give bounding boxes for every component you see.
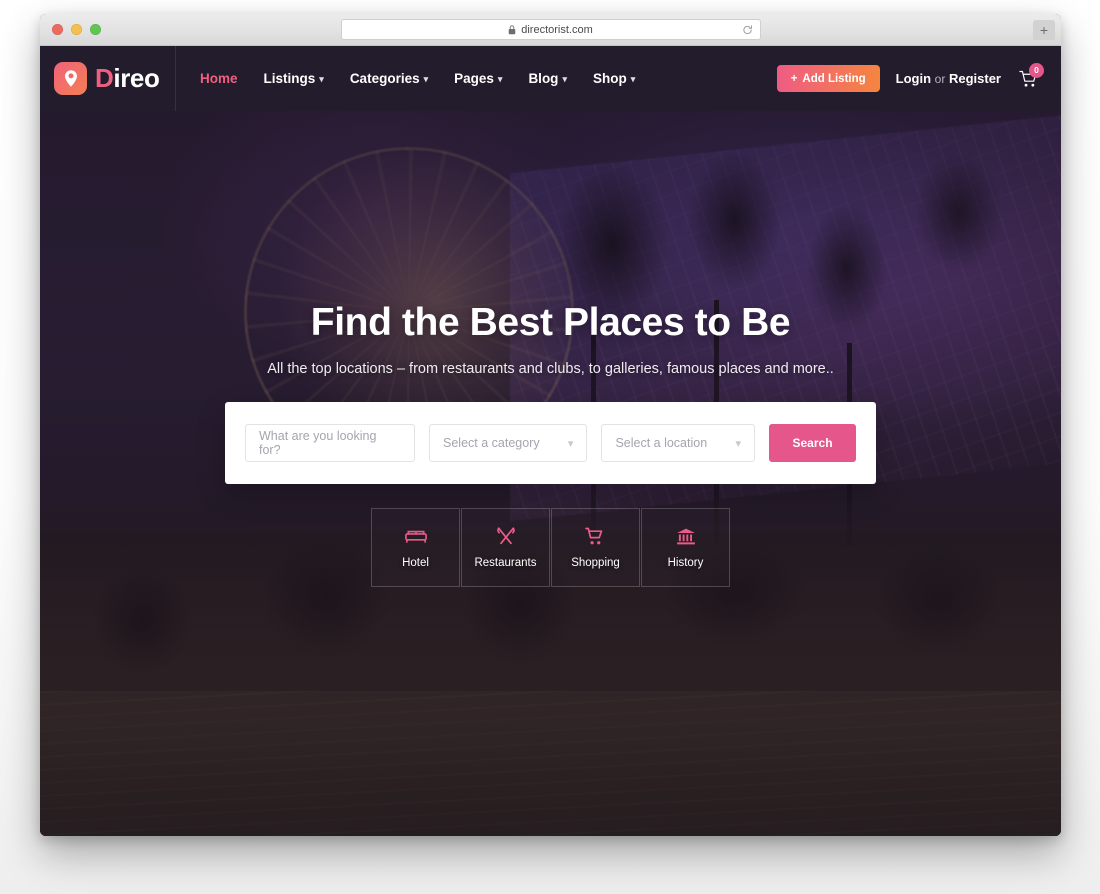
hero-subtitle: All the top locations – from restaurants… — [267, 361, 834, 377]
lock-icon — [508, 24, 516, 35]
nav-item-home[interactable]: Home — [200, 71, 238, 86]
nav-item-label: Blog — [528, 71, 559, 86]
search-keyword-placeholder: What are you looking for? — [259, 429, 377, 457]
chevron-down-icon: ▾ — [319, 74, 324, 84]
nav-item-shop[interactable]: Shop ▾ — [593, 71, 635, 86]
nav-item-label: Listings — [263, 71, 316, 86]
auth-links: Login or Register — [896, 71, 1001, 86]
header-actions: + Add Listing Login or Register 0 — [776, 62, 1044, 93]
category-tile-label: History — [667, 557, 704, 569]
login-link[interactable]: Login — [896, 71, 931, 86]
map-pin-icon — [54, 62, 87, 95]
main-nav: Home Listings ▾ Categories ▾ Pages ▾ Blo… — [200, 71, 777, 86]
nav-item-categories[interactable]: Categories ▾ — [350, 71, 428, 86]
chevron-down-icon: ▾ — [562, 74, 567, 84]
site-logo-text: Direo — [95, 63, 160, 94]
nav-item-label: Home — [200, 71, 238, 86]
category-tile-history[interactable]: History — [641, 508, 730, 587]
cart-count-badge: 0 — [1029, 62, 1044, 78]
new-tab-label: + — [1039, 22, 1049, 38]
address-bar[interactable]: directorist.com — [340, 19, 761, 40]
category-tile-label: Shopping — [571, 557, 620, 569]
category-select[interactable]: Select a category ▾ — [429, 424, 588, 462]
cart-button[interactable]: 0 — [1017, 62, 1044, 93]
close-window-button[interactable] — [52, 24, 63, 35]
nav-item-pages[interactable]: Pages ▾ — [454, 71, 502, 86]
logo-rest: ireo — [113, 63, 160, 93]
auth-separator: or — [934, 72, 946, 86]
cutlery-icon — [496, 526, 516, 546]
chevron-down-icon: ▾ — [497, 74, 503, 84]
location-select[interactable]: Select a location ▾ — [601, 424, 756, 462]
search-keyword-input[interactable]: What are you looking for? — [245, 424, 415, 462]
add-listing-button[interactable]: + Add Listing — [776, 65, 880, 92]
category-tile-hotel[interactable]: Hotel — [371, 508, 460, 587]
hero-title: Find the Best Places to Be — [310, 301, 791, 344]
add-listing-label: Add Listing — [802, 72, 866, 85]
browser-chrome: directorist.com + — [40, 14, 1061, 46]
chevron-down-icon: ▾ — [630, 74, 636, 84]
bed-icon — [404, 526, 427, 546]
logo-initial: D — [95, 63, 114, 93]
address-bar-url: directorist.com — [521, 23, 593, 36]
minimize-window-button[interactable] — [71, 24, 82, 35]
plus-icon: + — [790, 72, 798, 85]
chevron-down-icon: ▾ — [567, 437, 574, 450]
category-tile-shopping[interactable]: Shopping — [551, 508, 640, 587]
site-logo[interactable]: Direo — [54, 46, 176, 111]
hero-section: Find the Best Places to Be All the top l… — [40, 111, 1061, 836]
new-tab-button[interactable]: + — [1033, 20, 1055, 40]
site-header: Direo Home Listings ▾ Categories ▾ Pages… — [40, 46, 1061, 111]
window-controls — [40, 24, 101, 35]
category-shortcuts: Hotel Restaurants Shopping History — [40, 508, 1061, 587]
nav-item-label: Pages — [454, 71, 494, 86]
reload-icon[interactable] — [742, 24, 753, 35]
shopping-cart-icon — [585, 526, 606, 546]
nav-item-blog[interactable]: Blog ▾ — [528, 71, 567, 86]
site-viewport: Direo Home Listings ▾ Categories ▾ Pages… — [40, 46, 1061, 836]
nav-item-label: Shop — [592, 71, 627, 86]
search-button[interactable]: Search — [769, 424, 857, 462]
page-backdrop: directorist.com + Direo Home Listings ▾ … — [0, 0, 1100, 894]
maximize-window-button[interactable] — [90, 24, 101, 35]
category-tile-label: Hotel — [402, 557, 429, 569]
museum-icon — [676, 526, 696, 546]
category-select-value: Select a category — [443, 436, 540, 450]
category-tile-restaurants[interactable]: Restaurants — [461, 508, 550, 587]
hero-search-form: What are you looking for? Select a categ… — [225, 402, 876, 484]
chevron-down-icon: ▾ — [423, 74, 429, 84]
category-tile-label: Restaurants — [474, 557, 537, 569]
register-link[interactable]: Register — [949, 71, 1001, 86]
nav-item-listings[interactable]: Listings ▾ — [264, 71, 324, 86]
hero-content: Find the Best Places to Be All the top l… — [40, 111, 1061, 377]
nav-item-label: Categories — [349, 71, 420, 86]
search-button-label: Search — [792, 436, 833, 450]
chevron-down-icon: ▾ — [735, 437, 742, 450]
browser-window: directorist.com + Direo Home Listings ▾ … — [40, 14, 1061, 836]
location-select-value: Select a location — [615, 436, 708, 450]
